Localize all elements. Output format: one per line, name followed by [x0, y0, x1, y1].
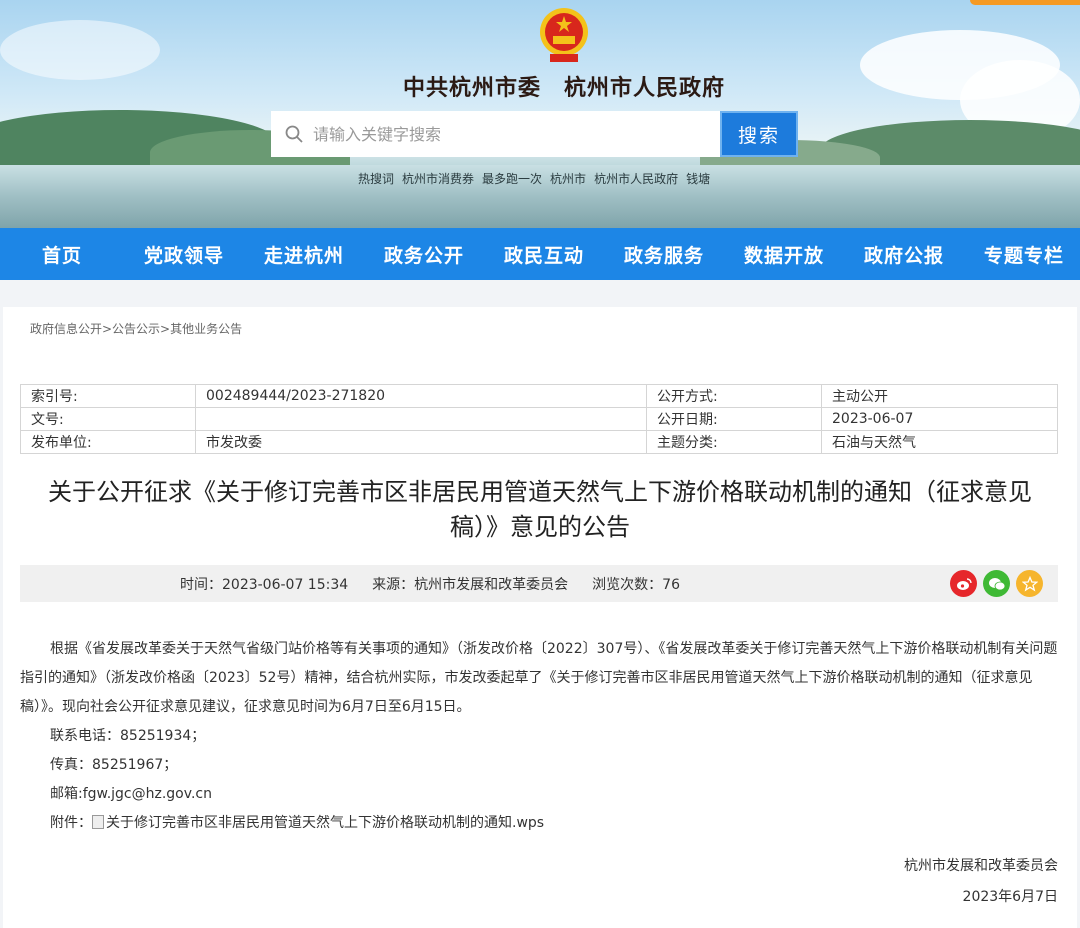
nav-item-leaders[interactable]: 党政领导: [124, 228, 244, 280]
breadcrumb[interactable]: 政府信息公开>公告公示>其他业务公告: [30, 320, 242, 337]
hot-link[interactable]: 杭州市: [550, 172, 586, 186]
meta-key: 文号:: [20, 407, 196, 431]
article-info-bar: 时间：2023-06-07 15:34 来源：杭州市发展和改革委员会 浏览次数：…: [20, 565, 1058, 602]
view-count: 浏览次数：76: [592, 576, 680, 593]
article-title-line: 关于公开征求《关于修订完善市区非居民用管道天然气上下游价格联动机制的通知（征求意…: [48, 478, 1032, 506]
meta-value: 2023-06-07: [821, 407, 1058, 431]
table-row: 索引号: 002489444/2023-271820 公开方式: 主动公开: [20, 384, 1058, 408]
meta-key: 主题分类:: [646, 430, 822, 454]
attachment-row: 附件： 关于修订完善市区非居民用管道天然气上下游价格联动机制的通知.wps: [20, 809, 1058, 838]
nav-item-interaction[interactable]: 政民互动: [484, 228, 604, 280]
meta-key: 发布单位:: [20, 430, 196, 454]
top-accent-tab[interactable]: [970, 0, 1080, 5]
signature-date: 2023年6月7日: [962, 889, 1058, 905]
article-paragraph: 根据《省发展改革委关于天然气省级门站价格等有关事项的通知》（浙发改价格〔2022…: [20, 641, 1058, 715]
wechat-icon[interactable]: [983, 570, 1010, 597]
table-row: 文号: 公开日期: 2023-06-07: [20, 407, 1058, 431]
search-icon: [285, 125, 303, 143]
weibo-icon[interactable]: [950, 570, 977, 597]
search-button[interactable]: 搜索: [720, 111, 798, 157]
meta-value: [195, 407, 647, 431]
nav-item-topics[interactable]: 专题专栏: [964, 228, 1080, 280]
meta-value: 002489444/2023-271820: [195, 384, 647, 408]
nav-item-home[interactable]: 首页: [0, 228, 124, 280]
nav-item-gazette[interactable]: 政府公报: [844, 228, 964, 280]
meta-value: 市发改委: [195, 430, 647, 454]
attachment-label: 附件：: [50, 815, 92, 831]
attachment-icon: [92, 815, 104, 829]
meta-key: 公开方式:: [646, 384, 822, 408]
hot-link[interactable]: 钱塘: [686, 172, 710, 186]
signature: 杭州市发展和改革委员会: [904, 858, 1058, 874]
search-input[interactable]: [313, 124, 693, 144]
nav-item-gov-info[interactable]: 政务公开: [364, 228, 484, 280]
hot-link[interactable]: 杭州市人民政府: [594, 172, 678, 186]
national-emblem-icon: [540, 8, 588, 62]
favorite-icon[interactable]: [1016, 570, 1043, 597]
article-title-line: 稿）》意见的公告: [450, 513, 630, 541]
hot-link[interactable]: 最多跑一次: [482, 172, 542, 186]
table-row: 发布单位: 市发改委 主题分类: 石油与天然气: [20, 430, 1058, 454]
main-content: 政府信息公开>公告公示>其他业务公告 索引号: 002489444/2023-2…: [3, 307, 1077, 928]
meta-key: 公开日期:: [646, 407, 822, 431]
site-title: 中共杭州市委 杭州市人民政府: [402, 75, 725, 101]
header-banner: 中共杭州市委 杭州市人民政府 搜索 热搜词杭州市消费券最多跑一次杭州市杭州市人民…: [0, 0, 1080, 228]
article-title: 关于公开征求《关于修订完善市区非居民用管道天然气上下游价格联动机制的通知（征求意…: [15, 475, 1065, 545]
nav-item-open-data[interactable]: 数据开放: [724, 228, 844, 280]
meta-key: 索引号:: [20, 384, 196, 408]
article-info: 时间：2023-06-07 15:34 来源：杭州市发展和改革委员会 浏览次数：…: [20, 565, 840, 602]
nav-item-services[interactable]: 政务服务: [604, 228, 724, 280]
meta-value: 主动公开: [821, 384, 1058, 408]
main-nav: 首页 党政领导 走进杭州 政务公开 政民互动 政务服务 数据开放 政府公报 专题…: [0, 228, 1080, 280]
search-box[interactable]: [271, 111, 720, 157]
metadata-table: 索引号: 002489444/2023-271820 公开方式: 主动公开 文号…: [20, 384, 1058, 454]
hot-link[interactable]: 热搜词: [358, 172, 394, 186]
meta-value: 石油与天然气: [821, 430, 1058, 454]
article-source: 来源：杭州市发展和改革委员会: [372, 576, 569, 593]
publish-time: 时间：2023-06-07 15:34: [180, 576, 349, 593]
contact-email: 邮箱:fgw.jgc@hz.gov.cn: [50, 786, 212, 802]
article-body: 根据《省发展改革委关于天然气省级门站价格等有关事项的通知》（浙发改价格〔2022…: [20, 635, 1058, 838]
contact-fax: 传真：85251967；: [50, 757, 178, 773]
hot-link[interactable]: 杭州市消费券: [402, 172, 474, 186]
nav-item-about[interactable]: 走进杭州: [244, 228, 364, 280]
contact-phone: 联系电话：85251934；: [50, 728, 206, 744]
hot-links: 热搜词 杭州市消费券 最多跑一次 杭州市 杭州市人民政府 钱塘: [358, 170, 718, 187]
attachment-link[interactable]: 关于修订完善市区非居民用管道天然气上下游价格联动机制的通知.wps: [106, 815, 544, 831]
